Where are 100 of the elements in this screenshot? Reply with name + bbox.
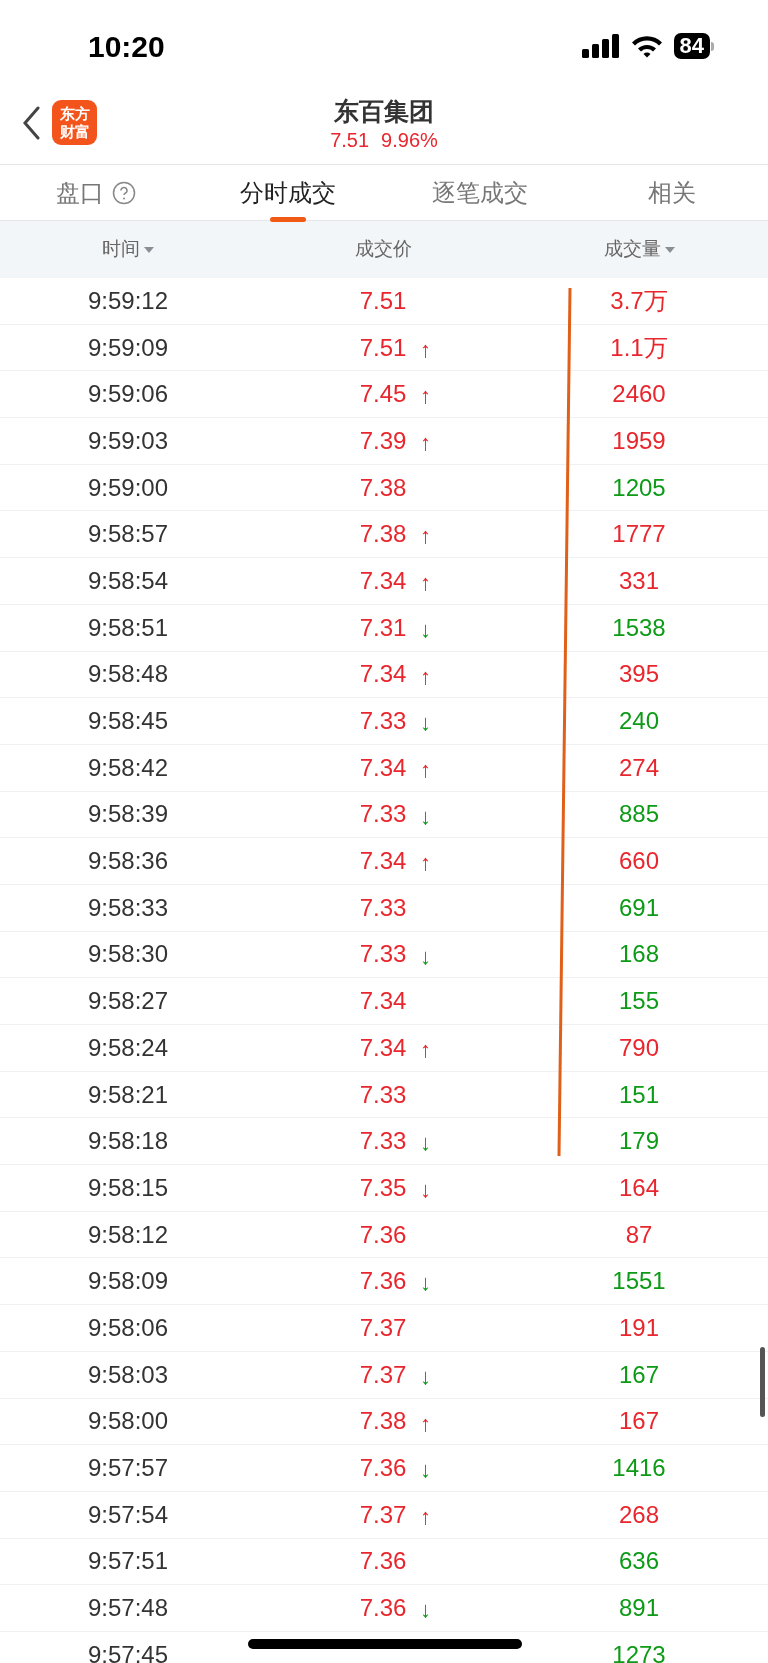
price-cell-text: 7.36 <box>359 1453 407 1484</box>
price-cell-text: 7.33 <box>359 892 407 923</box>
price-cell-text: 7.38 <box>359 1406 407 1437</box>
price-cell-text: 7.33 <box>359 799 407 830</box>
price-cell-text: 7.37 <box>359 1359 407 1390</box>
price-change: 9.96% <box>381 128 438 153</box>
price-cell-text: 7.37 <box>359 1499 407 1530</box>
signal-icon <box>581 34 620 58</box>
volume-cell-text: 87 <box>625 1219 653 1250</box>
price-cell-text: 7.34 <box>359 659 407 690</box>
price-cell-text: 7.33 <box>359 1126 407 1157</box>
time-cell-text: 9:58:33 <box>87 892 169 923</box>
volume-cell-text: 891 <box>618 1593 659 1624</box>
price-cell-text: 7.35 <box>359 1172 407 1203</box>
price-cell-text: 7.34 <box>359 565 407 596</box>
volume-cell-text: 151 <box>618 1079 659 1110</box>
volume-cell-text: 1551 <box>612 1266 666 1297</box>
tab[interactable]: 盘口 <box>56 167 136 218</box>
price-cell-text: 7.36 <box>359 1266 407 1297</box>
time-cell-text: 9:57:57 <box>87 1453 169 1484</box>
help-icon[interactable] <box>112 180 136 205</box>
price-cell-text: 7.34 <box>359 752 407 783</box>
price-cell-text: 7.36 <box>359 1593 407 1624</box>
volume-cell-text: 1205 <box>612 472 666 503</box>
app-logo: 东方 财富 <box>52 100 97 145</box>
trend-arrow: ↑ <box>420 662 431 691</box>
time-cell-text: 9:58:21 <box>87 1079 169 1110</box>
volume-cell-text: 168 <box>618 939 659 970</box>
time-cell-text: 9:59:12 <box>87 285 169 316</box>
volume-cell-text: 268 <box>618 1499 659 1530</box>
price-cell-text: 7.38 <box>359 472 407 503</box>
trend-arrow: ↑ <box>420 569 431 598</box>
back-icon[interactable] <box>22 105 40 140</box>
price-cell-text: 7.33 <box>359 706 407 737</box>
trend-arrow: ↓ <box>420 1456 431 1485</box>
volume-cell-text: 179 <box>618 1126 659 1157</box>
time-cell-text: 9:59:03 <box>87 425 169 456</box>
price-cell-text: 7.36 <box>359 1546 407 1577</box>
volume-cell-text: 1777 <box>612 519 666 550</box>
trend-arrow: ↑ <box>420 1409 431 1438</box>
price-cell-text: 7.33 <box>359 1079 407 1110</box>
tab[interactable]: 逐笔成交 <box>432 167 528 218</box>
volume-cell-text: 636 <box>618 1546 659 1577</box>
volume-cell-text: 1416 <box>612 1453 666 1484</box>
volume-cell-text: 3.7万 <box>610 285 668 316</box>
trend-arrow: ↓ <box>420 1129 431 1158</box>
time-cell-text: 9:57:51 <box>87 1546 169 1577</box>
stock-price: 7.51 <box>330 128 370 153</box>
trend-arrow: ↑ <box>420 335 431 364</box>
trend-arrow: ↓ <box>420 1176 431 1205</box>
volume-cell-text: 167 <box>618 1406 659 1437</box>
time-cell-text: 9:58:54 <box>87 565 169 596</box>
time-cell-text: 9:58:27 <box>87 986 169 1017</box>
trend-arrow: ↓ <box>420 802 431 831</box>
scroll-indicator <box>760 1347 765 1417</box>
time-cell-text: 9:58:12 <box>87 1219 169 1250</box>
tab[interactable]: 相关 <box>648 167 696 218</box>
trend-arrow: ↓ <box>420 942 431 971</box>
time-cell-text: 9:58:00 <box>87 1406 169 1437</box>
volume-cell-text: 691 <box>618 892 659 923</box>
price-cell-text: 7.51 <box>359 332 407 363</box>
volume-cell-text: 331 <box>618 565 659 596</box>
time-cell-text: 9:57:54 <box>87 1499 169 1530</box>
volume-cell-text: 164 <box>618 1172 659 1203</box>
time-cell-text: 9:59:09 <box>87 332 169 363</box>
price-cell-text: 7.38 <box>359 519 407 550</box>
time-cell-text: 9:58:09 <box>87 1266 169 1297</box>
time-cell-text: 9:58:30 <box>87 939 169 970</box>
time-cell-text: 9:58:36 <box>87 846 169 877</box>
price-cell-text: 7.34 <box>359 986 407 1017</box>
volume-cell-text: 395 <box>618 659 659 690</box>
time-cell-text: 9:58:57 <box>87 519 169 550</box>
time-cell-text: 9:58:42 <box>87 752 169 783</box>
time-cell-text: 9:58:03 <box>87 1359 169 1390</box>
trend-arrow: ↓ <box>420 1269 431 1298</box>
volume-cell-text: 1273 <box>612 1639 666 1663</box>
column-header[interactable]: 时间 <box>102 235 154 264</box>
trend-arrow: ↓ <box>420 615 431 644</box>
stock-name: 东百集团 <box>334 96 434 127</box>
price-cell-text: 7.34 <box>359 846 407 877</box>
column-header[interactable]: 成交量 <box>603 235 675 264</box>
volume-cell-text: 155 <box>618 986 659 1017</box>
time-cell-text: 9:58:45 <box>87 706 169 737</box>
volume-cell-text: 191 <box>618 1312 659 1343</box>
trend-arrow: ↑ <box>420 849 431 878</box>
time-cell-text: 9:58:51 <box>87 612 169 643</box>
trend-arrow: ↑ <box>420 755 431 784</box>
volume-cell-text: 274 <box>618 752 659 783</box>
price-cell-text: 7.33 <box>359 939 407 970</box>
wifi-icon <box>629 34 664 58</box>
volume-cell-text: 240 <box>618 706 659 737</box>
time-cell-text: 9:57:48 <box>87 1593 169 1624</box>
volume-cell-text: 1538 <box>612 612 666 643</box>
volume-cell-text: 1959 <box>612 425 666 456</box>
trend-arrow: ↑ <box>420 382 431 411</box>
price-cell-text: 7.51 <box>359 285 407 316</box>
clock-time: 10:20 <box>88 28 165 65</box>
price-cell-text: 7.45 <box>359 379 407 410</box>
time-cell-text: 9:58:24 <box>87 1032 169 1063</box>
price-cell-text: 7.31 <box>359 612 407 643</box>
